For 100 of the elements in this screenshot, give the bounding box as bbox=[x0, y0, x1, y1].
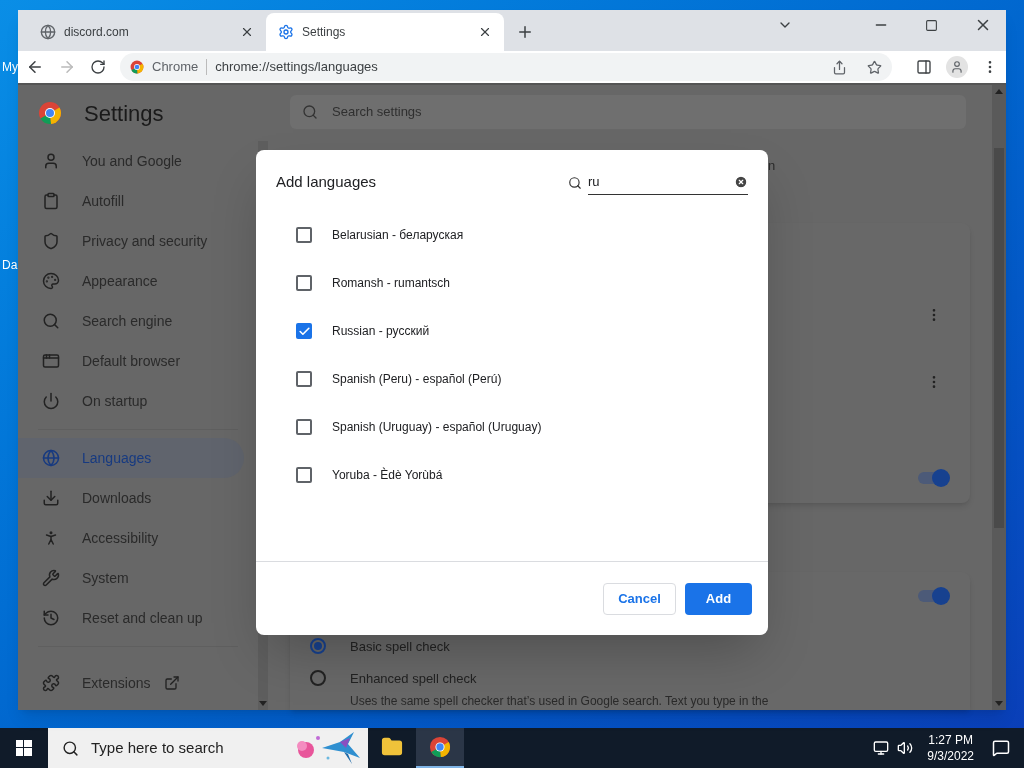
search-icon bbox=[302, 104, 318, 120]
sidebar-label: Default browser bbox=[82, 351, 181, 371]
text-fragment: n bbox=[768, 158, 776, 173]
sidebar-label: Reset and clean up bbox=[82, 608, 203, 628]
windows-logo-icon bbox=[16, 740, 32, 756]
search-icon bbox=[568, 175, 582, 190]
sidebar-label: Appearance bbox=[82, 271, 158, 291]
volume-icon[interactable] bbox=[897, 740, 914, 756]
checkbox[interactable] bbox=[296, 275, 312, 291]
puzzle-icon bbox=[42, 674, 60, 692]
sidebar-item[interactable]: Appearance bbox=[18, 261, 244, 301]
browser-logo-icon bbox=[429, 736, 451, 758]
desktop-icon-label: My bbox=[2, 59, 18, 76]
sidebar-item[interactable]: You and Google bbox=[18, 141, 244, 181]
sidebar-item[interactable]: Default browser bbox=[18, 341, 244, 381]
sidebar-label: Extensions bbox=[82, 673, 151, 693]
sidebar-label: System bbox=[82, 568, 129, 588]
sidebar-label: Autofill bbox=[82, 191, 125, 211]
checkbox[interactable] bbox=[296, 467, 312, 483]
shield-icon bbox=[42, 232, 60, 250]
clipboard-icon bbox=[42, 192, 60, 210]
language-label: Spanish (Uruguay) - español (Uruguay) bbox=[332, 419, 542, 436]
checkbox[interactable] bbox=[296, 323, 312, 339]
language-label: Romansh - rumantsch bbox=[332, 275, 451, 292]
power-icon bbox=[42, 392, 60, 410]
search-placeholder: Type here to search bbox=[91, 737, 225, 758]
browser-logo-icon bbox=[38, 101, 62, 125]
browser-tab[interactable]: discord.com bbox=[28, 13, 266, 52]
add-button[interactable]: Add bbox=[685, 582, 752, 615]
browser-window-icon bbox=[42, 352, 60, 370]
scroll-down-icon[interactable] bbox=[259, 701, 267, 706]
sidebar-item[interactable]: Reset and clean up bbox=[18, 598, 244, 638]
clock-date: 9/3/2022 bbox=[927, 748, 974, 764]
folder-icon bbox=[381, 736, 403, 758]
sidebar-label: You and Google bbox=[82, 151, 182, 171]
checkbox[interactable] bbox=[296, 419, 312, 435]
toggle-switch[interactable] bbox=[918, 588, 950, 604]
dialog-title: Add languages bbox=[276, 172, 378, 193]
checkbox[interactable] bbox=[296, 371, 312, 387]
palette-icon bbox=[42, 272, 60, 290]
sidebar-item[interactable]: On startup bbox=[18, 381, 244, 421]
side-panel-icon[interactable] bbox=[916, 59, 932, 76]
clear-icon[interactable] bbox=[734, 175, 748, 189]
search-placeholder: Search settings bbox=[332, 103, 422, 122]
download-icon bbox=[42, 489, 60, 507]
sidebar-label: Search engine bbox=[82, 311, 173, 331]
browser-logo-icon bbox=[130, 60, 144, 75]
notifications-icon[interactable] bbox=[992, 739, 1010, 757]
sidebar-item[interactable]: Accessibility bbox=[18, 518, 244, 558]
search-field[interactable]: Search settings bbox=[290, 95, 966, 129]
maximize-icon[interactable] bbox=[925, 18, 938, 32]
address-bar[interactable]: Chrome chrome://settings/languages bbox=[120, 53, 892, 82]
sidebar-label: Accessibility bbox=[82, 528, 159, 548]
globe-icon bbox=[42, 449, 60, 467]
search-icon bbox=[42, 312, 60, 330]
language-label: Russian - русский bbox=[332, 323, 430, 340]
share-icon[interactable] bbox=[832, 59, 847, 75]
sidebar-item[interactable]: Autofill bbox=[18, 181, 244, 221]
radio-button[interactable] bbox=[310, 669, 326, 686]
wrench-icon bbox=[42, 569, 60, 587]
taskbar-search-field[interactable]: Type here to search bbox=[48, 728, 368, 768]
sidebar-item[interactable]: Languages bbox=[18, 438, 244, 478]
cancel-button[interactable]: Cancel bbox=[603, 582, 676, 615]
bookmark-star-icon[interactable] bbox=[867, 59, 882, 75]
external-link-icon bbox=[164, 675, 181, 691]
sidebar-label: On startup bbox=[82, 391, 148, 411]
address-origin: Chrome bbox=[152, 58, 199, 77]
language-label: Spanish (Peru) - español (Perú) bbox=[332, 371, 502, 388]
person-icon bbox=[42, 152, 60, 170]
profile-avatar[interactable] bbox=[946, 56, 968, 79]
sidebar-item[interactable]: Search engine bbox=[18, 301, 244, 341]
reload-icon[interactable] bbox=[90, 59, 106, 76]
tab-title: discord.com bbox=[64, 24, 130, 42]
gear-icon bbox=[278, 24, 294, 41]
sidebar-item[interactable]: Downloads bbox=[18, 478, 244, 518]
checkbox[interactable] bbox=[296, 227, 312, 243]
toggle-switch[interactable] bbox=[918, 470, 950, 486]
desktop-icon-label: Da bbox=[2, 257, 18, 274]
address-url: chrome://settings/languages bbox=[215, 58, 379, 77]
tab-title: Settings bbox=[302, 24, 347, 42]
language-search-field[interactable]: ru bbox=[588, 170, 748, 195]
sidebar-label: Privacy and security bbox=[82, 231, 208, 251]
globe-icon bbox=[40, 24, 56, 41]
radio-label: Enhanced spell check bbox=[350, 669, 478, 688]
browser-tab[interactable]: Settings bbox=[266, 13, 504, 52]
language-label: Yoruba - Èdè Yorùbá bbox=[332, 466, 443, 484]
page-title: Settings bbox=[84, 99, 164, 128]
sidebar-label: Languages bbox=[82, 448, 152, 468]
network-icon[interactable] bbox=[873, 740, 890, 756]
radio-label: Basic spell check bbox=[350, 638, 450, 656]
clock-time: 1:27 PM bbox=[928, 732, 973, 748]
sidebar-item[interactable]: Extensions bbox=[18, 663, 244, 703]
history-icon bbox=[42, 609, 60, 627]
search-icon bbox=[62, 739, 79, 757]
sidebar-item[interactable]: Privacy and security bbox=[18, 221, 244, 261]
language-label: Belarusian - беларуская bbox=[332, 227, 464, 244]
radio-button[interactable] bbox=[310, 638, 326, 654]
sidebar-item[interactable]: System bbox=[18, 558, 244, 598]
taskbar-app[interactable] bbox=[416, 728, 464, 768]
sidebar-label: Downloads bbox=[82, 488, 152, 508]
